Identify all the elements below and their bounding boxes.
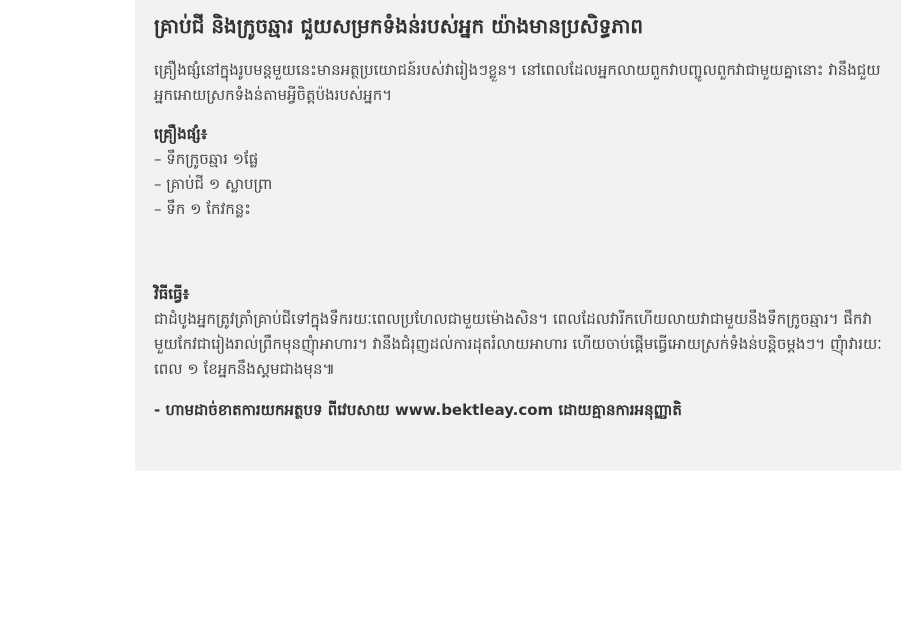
- ingredients-heading: គ្រឿងផ្សំ៖: [154, 125, 208, 143]
- method-text: ជាដំបូងអ្នកត្រូវត្រាំគ្រាប់ជីទៅក្នុងទឹករ…: [154, 310, 882, 378]
- ingredient-item: – ទឹកក្រូចឆ្មារ ១ផ្លែ: [154, 150, 259, 168]
- article-panel: គ្រាប់ជី និងក្រូចឆ្មារ ជួយសម្រកទំងន់របស់…: [135, 0, 901, 471]
- ingredient-item: – ទឹក ១ កែវកន្លះ: [154, 200, 251, 218]
- copyright-notice: - ហាមដាច់ខាតការយកអត្ថបទ ពីវេបសាយ www.bek…: [154, 401, 682, 419]
- article-title: គ្រាប់ជី និងក្រូចឆ្មារ ជួយសម្រកទំងន់របស់…: [154, 14, 644, 38]
- ingredient-item: – គ្រាប់ជី ១ ស្លាបព្រា: [154, 175, 273, 193]
- ingredients-list: – ទឹកក្រូចឆ្មារ ១ផ្លែ – គ្រាប់ជី ១ ស្លាប…: [154, 147, 887, 222]
- method-heading: វិធីធ្វើ៖: [154, 285, 190, 303]
- article-intro: គ្រឿងផ្សំនៅក្នុងរូបមន្តមួយនេះមានអត្ថប្រយ…: [154, 61, 881, 104]
